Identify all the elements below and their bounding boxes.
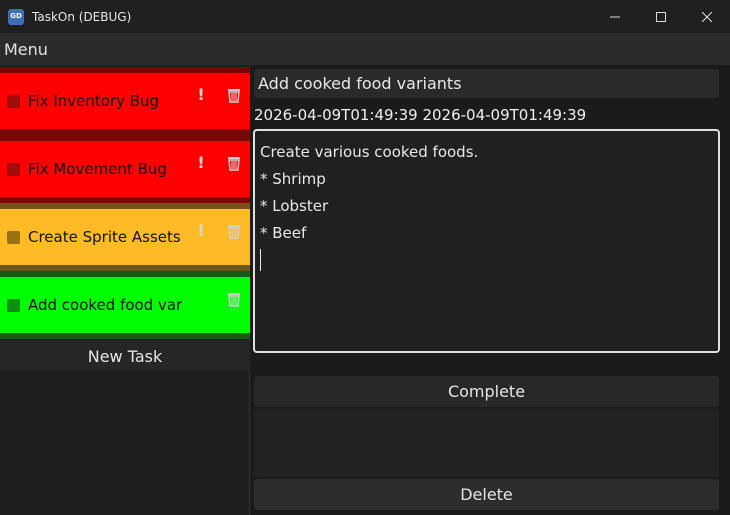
task-name: Fix Movement Bug (28, 160, 167, 178)
task-body[interactable]: Fix Inventory Bug (0, 73, 250, 129)
close-icon (702, 11, 712, 22)
task-item[interactable]: Fix Inventory Bug ! (0, 67, 250, 135)
task-checkbox[interactable] (7, 162, 20, 176)
minimize-icon (610, 16, 620, 17)
task-checkbox[interactable] (7, 94, 20, 108)
notes-line: * Beef (260, 224, 307, 242)
notes-line: Create various cooked foods. (260, 143, 479, 161)
task-notes-textarea[interactable]: Create various cooked foods. * Shrimp * … (253, 129, 720, 353)
window-title: TaskOn (DEBUG) (32, 9, 132, 24)
delete-button[interactable]: Delete (254, 479, 719, 510)
task-edge (0, 333, 250, 339)
close-button[interactable] (684, 0, 730, 33)
task-body[interactable]: Fix Movement Bug (0, 141, 250, 197)
text-caret (260, 249, 261, 271)
task-body[interactable]: Add cooked food variants (0, 277, 250, 333)
task-body[interactable]: Create Sprite Assets (0, 209, 250, 265)
notes-line: * Shrimp (260, 170, 326, 188)
task-list: Fix Inventory Bug ! Fix Movement Bug ! C… (0, 65, 250, 515)
minimize-button[interactable] (592, 0, 638, 33)
title-bar: GD TaskOn (DEBUG) (0, 0, 730, 33)
complete-button[interactable]: Complete (254, 376, 719, 407)
trash-icon[interactable] (226, 291, 242, 307)
window-controls (592, 0, 730, 33)
trash-icon[interactable] (226, 155, 242, 171)
priority-icon[interactable]: ! (196, 153, 206, 172)
maximize-icon (656, 11, 666, 22)
task-item[interactable]: Fix Movement Bug ! (0, 135, 250, 203)
task-item[interactable]: Add cooked food variants (0, 271, 250, 339)
notes-line: * Lobster (260, 197, 329, 215)
menu-bar: Menu (0, 33, 730, 65)
trash-icon[interactable] (226, 87, 242, 103)
new-task-button[interactable]: New Task (0, 341, 250, 371)
task-detail-panel: Add cooked food variants 2026-04-09T01:4… (251, 65, 730, 515)
task-name: Fix Inventory Bug (28, 92, 160, 110)
trash-icon[interactable] (226, 223, 242, 239)
empty-panel (254, 409, 719, 477)
app-icon: GD (8, 8, 24, 25)
menu-button[interactable]: Menu (4, 40, 48, 59)
task-name: Add cooked food variants (28, 296, 182, 314)
task-checkbox[interactable] (7, 230, 20, 244)
task-title-input[interactable]: Add cooked food variants (254, 69, 719, 98)
priority-icon[interactable]: ! (196, 221, 206, 240)
task-name: Create Sprite Assets (28, 228, 181, 246)
maximize-button[interactable] (638, 0, 684, 33)
task-item[interactable]: Create Sprite Assets ! (0, 203, 250, 271)
task-timestamps: 2026-04-09T01:49:39 2026-04-09T01:49:39 (254, 106, 587, 124)
task-checkbox[interactable] (7, 298, 20, 312)
priority-icon[interactable]: ! (196, 85, 206, 104)
